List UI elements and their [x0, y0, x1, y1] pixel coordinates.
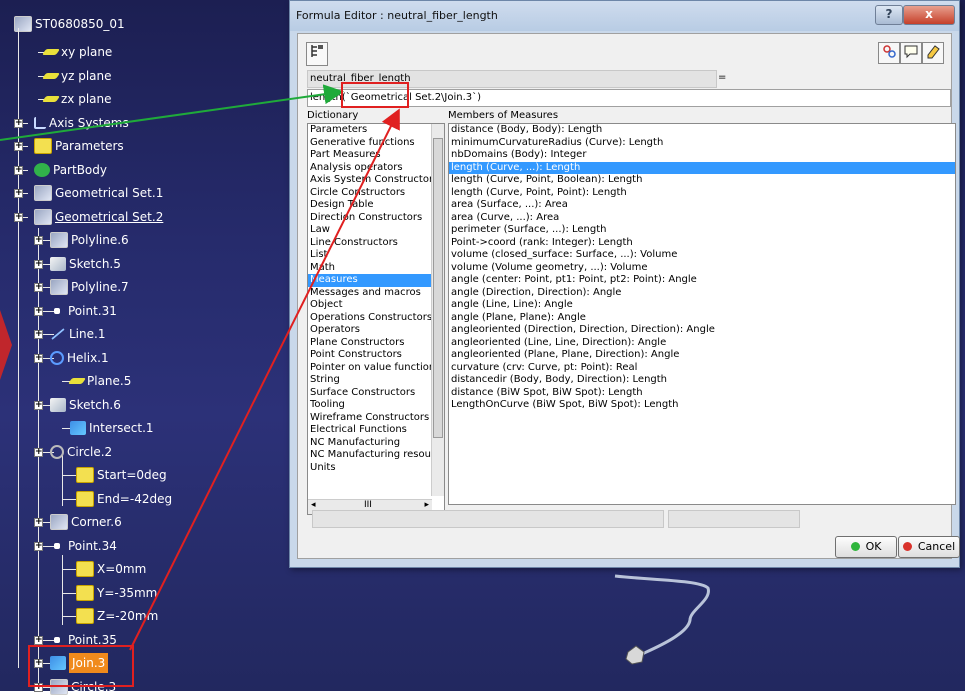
3d-geometry: [614, 574, 710, 665]
formula-highlight-box: [341, 82, 409, 108]
join-highlight-box: [28, 645, 134, 687]
